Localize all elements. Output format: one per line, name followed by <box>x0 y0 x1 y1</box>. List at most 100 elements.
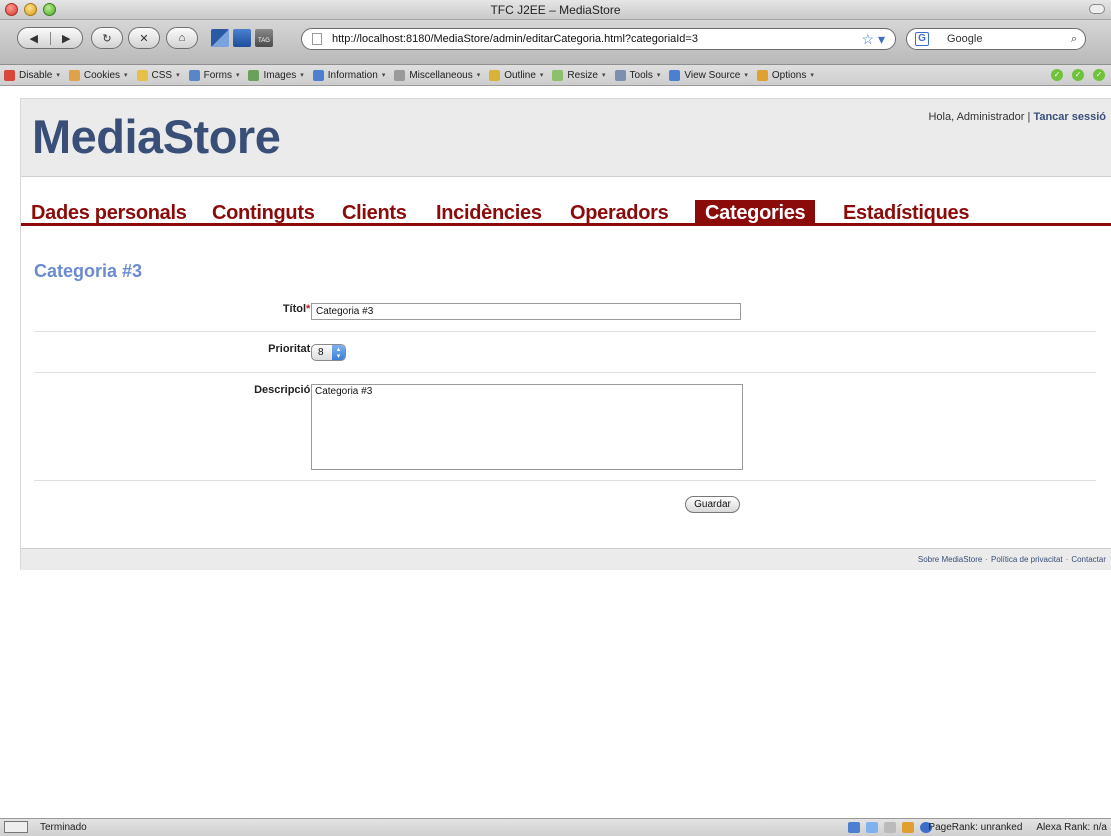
toolbar-menu-label: Forms <box>203 69 232 81</box>
user-greeting: Hola, Administrador | Tancar sessió <box>928 111 1106 123</box>
validation-status: ✓ ✓ ✓ <box>1051 69 1105 81</box>
toolbar-menu-label: Resize <box>567 69 598 81</box>
toolbar-menu-outline[interactable]: Outline ▾ <box>489 69 543 81</box>
css-icon <box>136 69 148 81</box>
cookies-icon <box>68 69 80 81</box>
form-row-priority: Prioritat: 8 ▴ ▾ <box>34 332 1096 373</box>
bookmark-star-icon[interactable]: ☆ ▾ <box>862 29 885 49</box>
contact-link[interactable]: Contactar <box>1071 555 1106 564</box>
page-icon <box>312 33 322 45</box>
images-icon <box>248 69 260 81</box>
site-header: MediaStore Hola, Administrador | Tancar … <box>21 99 1111 177</box>
addon-icon[interactable] <box>848 822 860 833</box>
toolbar-menu-resize[interactable]: Resize ▾ <box>552 69 606 81</box>
toolbar-menu-miscellaneous[interactable]: Miscellaneous ▾ <box>394 69 481 81</box>
html-valid-icon[interactable]: ✓ <box>1072 69 1084 81</box>
tab-estadistiques[interactable]: Estadístiques <box>833 200 979 226</box>
title-input[interactable] <box>311 303 741 320</box>
tab-incidencies[interactable]: Incidències <box>426 200 552 226</box>
status-icon <box>4 821 28 833</box>
priority-value: 8 <box>318 347 324 358</box>
addon-icon[interactable] <box>866 822 878 833</box>
toolbar-menu-label: Disable <box>19 69 53 81</box>
tab-continguts[interactable]: Continguts <box>202 200 325 226</box>
forms-icon <box>188 69 200 81</box>
addon-icon[interactable] <box>902 822 914 833</box>
toolbar-menu-options[interactable]: Options ▾ <box>756 69 814 81</box>
view-source-icon <box>669 69 681 81</box>
extension-icon[interactable] <box>211 29 229 47</box>
toolbar-menu-css[interactable]: CSS ▾ <box>136 69 180 81</box>
footer-separator: · <box>1065 555 1069 564</box>
select-arrows-icon: ▴ ▾ <box>332 345 345 360</box>
description-label: Descripció: <box>254 384 314 396</box>
logout-link[interactable]: Tancar sessió <box>1033 111 1106 123</box>
toolbar-toggle-icon[interactable] <box>1089 4 1105 14</box>
url-text: http://localhost:8180/MediaStore/admin/e… <box>332 33 698 45</box>
tab-dades-personals[interactable]: Dades personals <box>21 200 197 226</box>
status-text: Terminado <box>40 822 87 833</box>
toolbar-menu-label: Cookies <box>83 69 121 81</box>
address-bar[interactable]: http://localhost:8180/MediaStore/admin/e… <box>301 28 896 50</box>
window-title: TFC J2EE – MediaStore <box>490 3 621 17</box>
dropdown-arrow-icon: ▾ <box>476 72 481 79</box>
save-button[interactable]: Guardar <box>685 496 740 513</box>
privacy-link[interactable]: Política de privacitat <box>991 555 1063 564</box>
search-bar[interactable]: G Google ⌕ <box>906 28 1086 50</box>
main-navigation: Dades personals Continguts Clients Incid… <box>21 196 1111 226</box>
mail-icon[interactable] <box>884 822 896 833</box>
search-icon[interactable]: ⌕ <box>1071 29 1077 49</box>
outline-icon <box>489 69 501 81</box>
toolbar-menu-forms[interactable]: Forms ▾ <box>188 69 240 81</box>
about-link[interactable]: Sobre MediaStore <box>918 555 982 564</box>
title-label: Títol*: <box>282 303 314 315</box>
toolbar-menu-label: View Source <box>684 69 741 81</box>
back-forward-buttons: ◀ ▶ <box>17 27 83 49</box>
toolbar-menu-cookies[interactable]: Cookies ▾ <box>68 69 128 81</box>
site-footer: Sobre MediaStore · Política de privacitat ·… <box>21 548 1111 570</box>
navigation-toolbar: ◀ ▶ ↻ ✕ ⌂ TAG http://localhost:8180/Medi… <box>0 20 1111 65</box>
description-textarea[interactable]: Categoria #3 <box>311 384 743 470</box>
forward-arrow-icon[interactable]: ▶ <box>49 31 83 45</box>
dropdown-arrow-icon: ▾ <box>602 72 606 79</box>
window-titlebar: TFC J2EE – MediaStore <box>0 0 1111 20</box>
google-icon[interactable]: G <box>915 32 929 46</box>
tag-icon[interactable]: TAG <box>255 29 273 47</box>
home-icon[interactable]: ⌂ <box>166 27 198 49</box>
reload-icon[interactable]: ↻ <box>91 27 123 49</box>
tab-clients[interactable]: Clients <box>332 200 417 226</box>
status-bar: Terminado PageRank: unranked Alexa Rank:… <box>0 818 1111 836</box>
css-valid-icon[interactable]: ✓ <box>1051 69 1063 81</box>
dropdown-arrow-icon: ▾ <box>176 72 180 79</box>
tab-categories[interactable]: Categories <box>695 200 816 226</box>
dropdown-arrow-icon: ▾ <box>56 72 60 79</box>
options-icon <box>756 69 768 81</box>
form-row-title: Títol*: <box>34 297 1096 332</box>
js-valid-icon[interactable]: ✓ <box>1093 69 1105 81</box>
greeting-text: Hola, Administrador | <box>928 111 1034 123</box>
status-right: PageRank: unranked Alexa Rank: n/a <box>928 819 1107 836</box>
toolbar-menu-label: Tools <box>629 69 653 81</box>
toolbar-menu-images[interactable]: Images ▾ <box>248 69 304 81</box>
toolbar-menu-tools[interactable]: Tools ▾ <box>614 69 661 81</box>
toolbar-menu-view-source[interactable]: View Source ▾ <box>669 69 748 81</box>
miscellaneous-icon <box>394 69 406 81</box>
dropdown-arrow-icon: ▾ <box>810 72 814 79</box>
toolbar-menu-information[interactable]: Information ▾ <box>312 69 385 81</box>
stop-icon[interactable]: ✕ <box>128 27 160 49</box>
search-engine-label: Google <box>947 33 983 45</box>
toolbar-menu-label: Information <box>327 69 378 81</box>
priority-label: Prioritat: <box>268 343 314 355</box>
page-title: Categoria #3 <box>34 261 143 281</box>
tab-operadors[interactable]: Operadors <box>560 200 678 226</box>
priority-select[interactable]: 8 ▴ ▾ <box>311 344 346 361</box>
toolbar-menu-disable[interactable]: Disable ▾ <box>4 69 60 81</box>
tools-icon <box>614 69 626 81</box>
dropdown-arrow-icon: ▾ <box>235 72 240 79</box>
dropdown-arrow-icon: ▾ <box>124 72 128 79</box>
dropdown-arrow-icon: ▾ <box>656 72 661 79</box>
site-logo[interactable]: MediaStore <box>32 109 281 164</box>
back-arrow-icon[interactable]: ◀ <box>18 32 50 45</box>
extension-icon[interactable] <box>233 29 251 47</box>
web-developer-toolbar: Disable ▾ Cookies ▾ CSS ▾ Forms ▾ Images ▾ Informa… <box>0 65 1111 86</box>
